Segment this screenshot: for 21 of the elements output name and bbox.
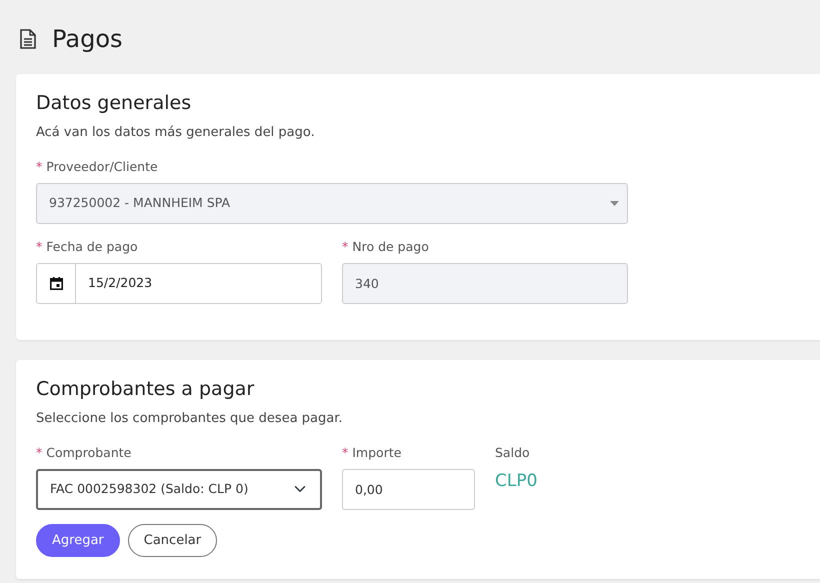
balance-value: CLP0 (495, 470, 538, 493)
select-field[interactable]: FAC 0002598302 (Saldo: CLP 0) (36, 468, 322, 510)
page-title: Pagos (52, 24, 123, 54)
cancel-button[interactable]: Cancelar (128, 524, 218, 558)
caret-icon (610, 201, 619, 206)
text-field[interactable]: 0,00 (342, 468, 475, 510)
calendar-icon (50, 276, 62, 290)
field-label: * Proveedor/Cliente (36, 158, 159, 176)
section-description: Acá van los datos más generales del pago. (36, 124, 316, 142)
section-title: Comprobantes a pagar (36, 378, 256, 401)
add-button[interactable]: Agregar (36, 524, 120, 558)
field-label: * Importe (342, 444, 402, 462)
field-label: Saldo (495, 444, 531, 462)
field-label: * Fecha de pago (36, 238, 139, 256)
field-label: * Nro de pago (342, 238, 430, 256)
calendar-button[interactable] (37, 264, 76, 303)
section-description: Seleccione los comprobantes que desea pagar. (36, 410, 344, 428)
document-icon (20, 29, 36, 49)
section-title: Datos generales (36, 92, 192, 115)
field-label: * Comprobante (36, 444, 132, 462)
date-field[interactable]: 15/2/2023 (36, 262, 322, 304)
